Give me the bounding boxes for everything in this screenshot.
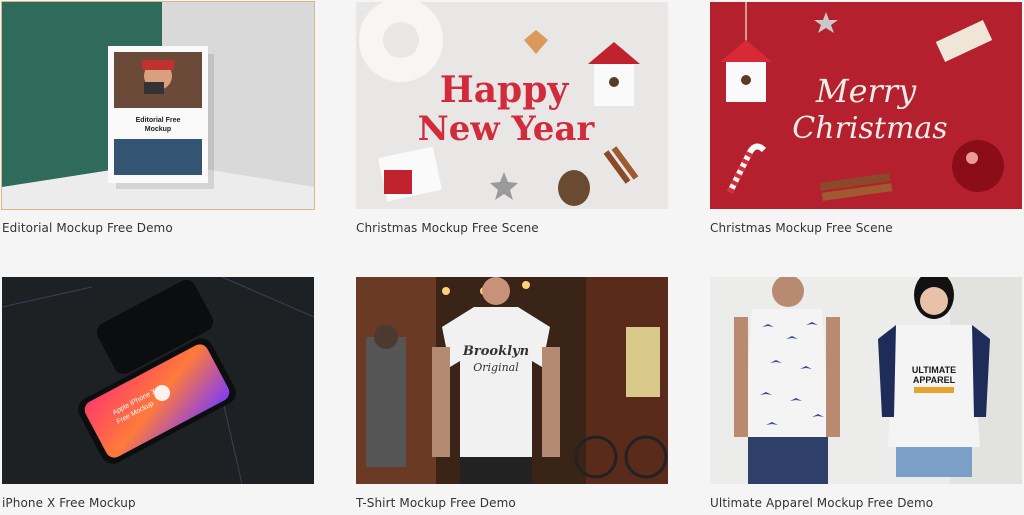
happy-new-year-thumbnail[interactable]: Happy New Year [356,2,668,209]
mockup-card-t-shirt[interactable]: Brooklyn Original T-Shirt Mockup Free De… [356,277,668,510]
apparel-print-line2: APPAREL [913,375,956,385]
apparel-print-line1: ULTIMATE [912,365,956,375]
mockup-card-happy-new-year[interactable]: Happy New Year Christmas Mockup Free Sce… [356,2,668,235]
editorial-mockup-thumbnail[interactable]: Editorial Free Mockup [1,1,315,210]
mockup-card-merry-christmas[interactable]: Merry Christmas Christmas Mockup Free Sc… [710,2,1022,235]
tshirt-print-line1: Brooklyn [462,344,529,359]
card-title[interactable]: T-Shirt Mockup Free Demo [356,496,668,510]
new-year-text: New Year [418,109,596,149]
christmas-text: Christmas [792,111,947,146]
tshirt-print-line2: Original [473,361,519,374]
card-title[interactable]: Ultimate Apparel Mockup Free Demo [710,496,1022,510]
editorial-heading-text: Editorial Free [136,117,181,124]
ultimate-apparel-thumbnail[interactable]: ULTIMATE APPAREL [710,277,1022,484]
t-shirt-thumbnail[interactable]: Brooklyn Original [356,277,668,484]
mockup-card-ultimate-apparel[interactable]: ULTIMATE APPAREL Ultimate Apparel Mockup… [710,277,1022,510]
editorial-sub-text: Mockup [145,126,171,133]
card-title[interactable]: Editorial Mockup Free Demo [2,221,314,235]
card-title[interactable]: iPhone X Free Mockup [2,496,314,510]
iphone-x-thumbnail[interactable]: Apple iPhone X Free Mockup [2,277,314,484]
mockup-card-editorial[interactable]: Editorial Free Mockup Editorial Mockup F… [1,1,315,235]
happy-text: Happy [440,69,570,111]
card-title[interactable]: Christmas Mockup Free Scene [710,221,1022,235]
merry-christmas-thumbnail[interactable]: Merry Christmas [710,2,1022,209]
merry-text: Merry [815,72,917,110]
mockup-card-iphone-x[interactable]: Apple iPhone X Free Mockup iPhone X Free… [2,277,314,510]
card-title[interactable]: Christmas Mockup Free Scene [356,221,668,235]
